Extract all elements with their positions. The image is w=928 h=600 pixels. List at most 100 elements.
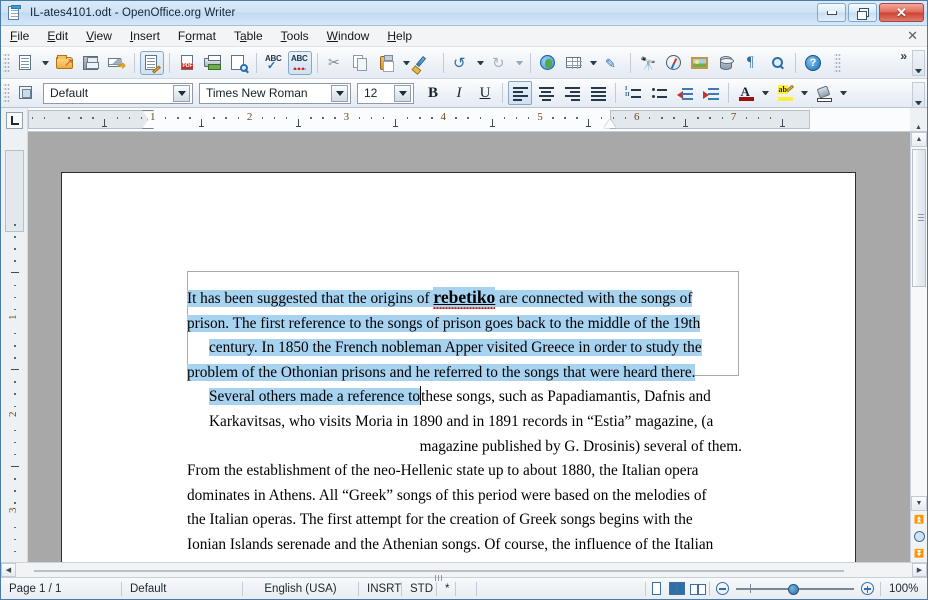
menu-file[interactable]: File [1, 27, 38, 45]
zoom-in-icon[interactable] [861, 582, 874, 595]
tab-stop-left-icon[interactable] [1, 108, 28, 132]
paste-dropdown-icon[interactable] [403, 60, 410, 65]
zoom-slider-control[interactable] [710, 582, 880, 595]
left-margin-zone[interactable] [28, 110, 148, 129]
single-page-view-icon[interactable] [648, 581, 665, 596]
toolbar-overflow-chevrons[interactable]: » [900, 49, 907, 63]
scroll-up-button-top[interactable]: ▲ [910, 108, 927, 131]
save-floppy-icon[interactable] [79, 51, 103, 75]
email-document-icon[interactable]: ➜ [105, 51, 129, 75]
previous-page-icon[interactable]: ⏫ [911, 511, 927, 528]
paste-icon[interactable] [375, 51, 399, 75]
status-selection-mode[interactable]: STD [402, 583, 436, 595]
close-document-icon[interactable]: ✕ [907, 29, 918, 42]
toolbar-grip-secondary[interactable] [834, 51, 841, 74]
edit-file-icon[interactable] [140, 50, 164, 75]
status-page[interactable]: Page 1 / 1 [1, 583, 121, 595]
paragraph-style-combo[interactable]: Default [43, 82, 193, 104]
status-zoom-value[interactable]: 100% [881, 583, 927, 595]
spelling-icon[interactable]: ABC ✓ [262, 51, 286, 75]
document-text[interactable]: It has been suggested that the origins o… [187, 285, 742, 562]
vertical-ruler[interactable]: 1 2 3 [1, 132, 28, 562]
find-replace-icon[interactable]: 🔭 [636, 51, 660, 75]
new-dropdown-icon[interactable] [42, 60, 49, 65]
export-pdf-icon[interactable]: PDF [175, 51, 199, 75]
scroll-right-button[interactable]: ▶ [912, 563, 927, 577]
formatting-marks-icon[interactable]: ¶ [740, 51, 764, 75]
background-color-dropdown-icon[interactable] [840, 91, 847, 95]
italic-button[interactable]: I [447, 81, 471, 105]
bold-button[interactable]: B [421, 81, 445, 105]
vertical-scroll-track[interactable] [911, 147, 927, 496]
status-insert-mode[interactable]: INSRT [359, 583, 401, 595]
menu-insert[interactable]: Insert [121, 27, 169, 45]
navigator-icon[interactable] [662, 51, 686, 75]
decrease-indent-icon[interactable] [673, 81, 697, 105]
align-center-icon[interactable] [534, 81, 558, 105]
frame-paragraph[interactable]: It has been suggested that the origins o… [187, 285, 742, 459]
font-name-combo[interactable]: Times New Roman [199, 82, 351, 104]
horizontal-scrollbar[interactable]: ◀ ▶ [1, 562, 927, 581]
zoom-thumb[interactable] [788, 583, 799, 595]
align-justified-icon[interactable] [586, 81, 610, 105]
close-button[interactable]: ✕ [879, 3, 924, 22]
show-draw-functions-icon[interactable]: ✎ [601, 51, 625, 75]
restore-button[interactable] [848, 3, 877, 22]
menu-window[interactable]: Window [318, 27, 379, 45]
font-color-dropdown-icon[interactable] [762, 91, 769, 95]
highlighting-dropdown-icon[interactable] [801, 91, 808, 95]
menu-table[interactable]: Table [225, 27, 272, 45]
page-preview-icon[interactable] [227, 51, 251, 75]
background-color-icon[interactable] [812, 81, 836, 105]
open-folder-icon[interactable]: ↗ [53, 51, 77, 75]
status-modified[interactable]: * [437, 583, 455, 595]
apply-style-icon[interactable] [14, 81, 38, 105]
font-size-combo[interactable]: 12 [357, 82, 414, 104]
undo-icon[interactable]: ↺ [449, 51, 473, 75]
data-sources-icon[interactable] [714, 51, 738, 75]
paragraph-style-dropdown-icon[interactable] [173, 84, 190, 102]
book-view-icon[interactable] [690, 582, 707, 596]
undo-dropdown-icon[interactable] [477, 60, 484, 65]
menu-edit[interactable]: Edit [38, 27, 77, 45]
next-page-icon[interactable]: ⏬ [911, 545, 927, 562]
help-icon[interactable]: ? [801, 51, 825, 75]
font-name-dropdown-icon[interactable] [331, 84, 348, 102]
font-size-dropdown-icon[interactable] [394, 84, 411, 102]
scroll-down-button[interactable]: ▼ [911, 496, 927, 511]
ordered-list-icon[interactable]: I II [621, 81, 645, 105]
insert-table-icon[interactable] [562, 51, 586, 75]
formatbar-overflow-button[interactable] [912, 82, 925, 108]
increase-indent-icon[interactable] [699, 81, 723, 105]
underline-button[interactable]: U [473, 81, 497, 105]
toolbar-overflow-button[interactable] [912, 50, 925, 76]
scroll-left-button[interactable]: ◀ [1, 563, 16, 577]
navigation-icon[interactable] [911, 528, 927, 545]
insert-image-icon[interactable] [688, 51, 712, 75]
vertical-scroll-thumb[interactable] [912, 149, 926, 287]
new-document-icon[interactable] [14, 51, 38, 75]
menu-format[interactable]: Format [169, 27, 225, 45]
cut-icon[interactable]: ✂ [323, 51, 347, 75]
multi-page-view-icon[interactable] [669, 581, 686, 596]
clone-formatting-icon[interactable] [414, 51, 438, 75]
status-page-style[interactable]: Default [122, 583, 242, 595]
menu-tools[interactable]: Tools [272, 27, 318, 45]
minimize-button[interactable] [817, 3, 846, 22]
redo-icon[interactable]: ↻ [488, 51, 512, 75]
autospellcheck-icon[interactable]: ABC [288, 50, 312, 75]
horizontal-scroll-thumb[interactable] [34, 570, 844, 581]
scroll-up-button[interactable]: ▲ [911, 132, 927, 147]
body-paragraph[interactable]: From the establishment of the neo-Hellen… [187, 459, 742, 562]
document-canvas[interactable]: It has been suggested that the origins o… [28, 132, 927, 562]
align-right-icon[interactable] [560, 81, 584, 105]
toolbar-grip[interactable] [3, 51, 10, 74]
redo-dropdown-icon[interactable] [516, 60, 523, 65]
right-indent-marker-icon[interactable] [603, 119, 616, 128]
copy-icon[interactable] [349, 51, 373, 75]
document-page[interactable]: It has been suggested that the origins o… [61, 172, 856, 562]
status-language[interactable]: English (USA) [243, 583, 358, 595]
align-left-icon[interactable] [508, 81, 532, 105]
top-margin-zone[interactable] [5, 150, 24, 232]
menu-view[interactable]: View [77, 27, 121, 45]
